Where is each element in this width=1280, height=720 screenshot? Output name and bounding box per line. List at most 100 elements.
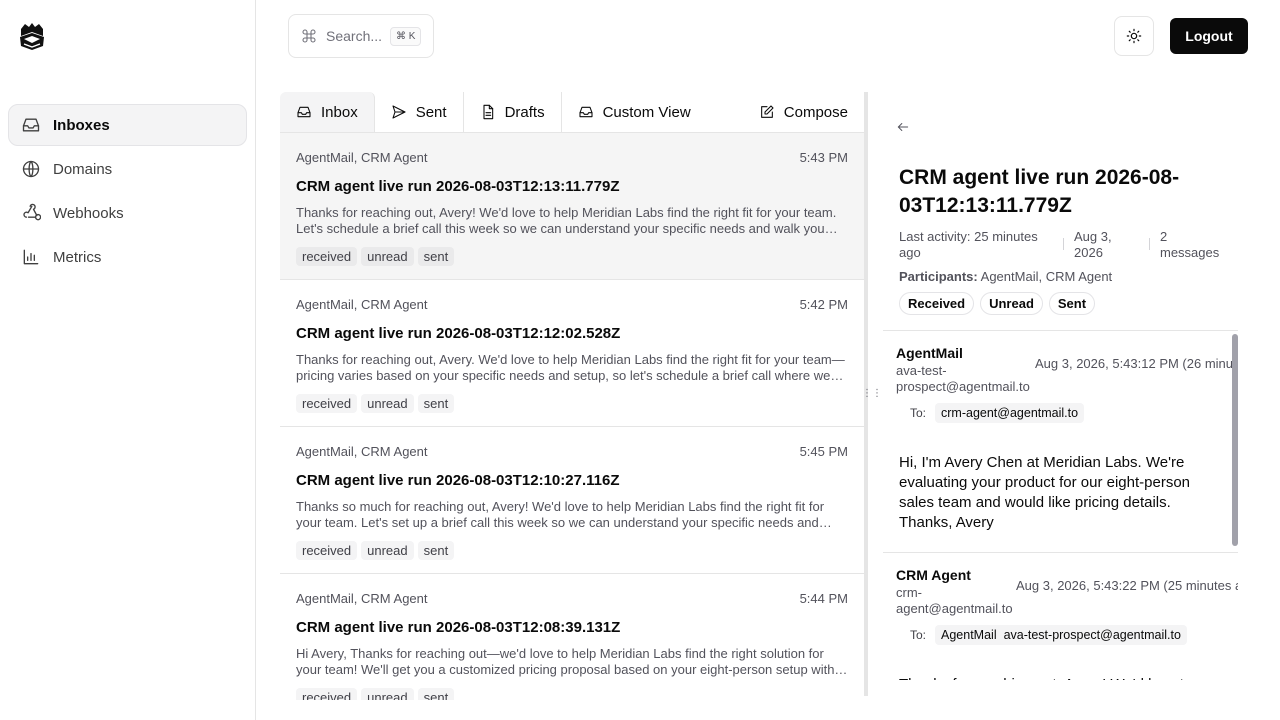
tag-sent: sent [417, 394, 455, 413]
message-date: Aug 3, 2026, 5:43:12 PM (26 minutes ago) [1035, 356, 1238, 371]
tab-sent[interactable]: Sent [375, 92, 464, 132]
bar-chart-icon [21, 247, 41, 267]
sidebar-item-metrics[interactable]: Metrics [8, 236, 247, 278]
mailbox-tabs: Inbox Sent Drafts Custom View Compose [280, 92, 866, 133]
list-item[interactable]: AgentMail, CRM Agent 5:44 PM CRM agent l… [280, 574, 865, 700]
sidebar-item-webhooks[interactable]: Webhooks [8, 192, 247, 234]
message-tags: received unread sent [296, 541, 848, 560]
message-body: Thanks for reaching out, Avery! We'd lov… [896, 645, 1238, 680]
send-icon [392, 105, 406, 119]
message-date: Aug 3, 2026, 5:43:22 PM (25 minutes ago) [1016, 578, 1238, 593]
message-tags: received unread sent [296, 394, 848, 413]
recipient-chip[interactable]: crm-agent@agentmail.to [935, 403, 1085, 423]
message-time: 5:45 PM [799, 444, 848, 459]
message-from: AgentMail, CRM Agent [296, 591, 428, 606]
logo-icon[interactable] [16, 20, 48, 52]
thread-tags: Received Unread Sent [899, 292, 1096, 315]
message-from: AgentMail, CRM Agent [296, 444, 428, 459]
sidebar-item-label: Inboxes [53, 116, 110, 134]
recipients: To: AgentMail ava-test-prospect@agentmai… [910, 625, 1238, 645]
tag-sent: sent [417, 247, 455, 266]
tab-drafts[interactable]: Drafts [464, 92, 562, 132]
list-item[interactable]: AgentMail, CRM Agent 5:43 PM CRM agent l… [280, 133, 865, 280]
webhook-icon [21, 203, 41, 223]
grip-icon[interactable]: ⋮⋮ [862, 387, 882, 401]
tag-unread: unread [361, 541, 414, 560]
message-from: AgentMail, CRM Agent [296, 150, 428, 165]
tab-label: Custom View [602, 103, 691, 121]
compose-label: Compose [783, 103, 848, 121]
last-activity: Last activity: 25 minutes ago [899, 229, 1038, 260]
tag-received: received [296, 541, 358, 560]
to-label: To: [910, 628, 927, 642]
recipient-name: AgentMail [941, 628, 997, 642]
sidebar-item-domains[interactable]: Domains [8, 148, 247, 190]
message-time: 5:43 PM [799, 150, 848, 165]
arrow-left-icon [897, 123, 909, 131]
inbox-icon [21, 115, 41, 135]
message-subject: CRM agent live run 2026-08-03T12:10:27.1… [296, 472, 620, 489]
participants: Participants: AgentMail, CRM Agent [899, 269, 1112, 284]
message-count: 2 messages [1160, 229, 1220, 260]
command-icon [302, 29, 316, 43]
badge-received: Received [899, 292, 975, 315]
meta-divider [1063, 238, 1064, 250]
tab-label: Inbox [321, 103, 358, 121]
tab-inbox[interactable]: Inbox [280, 92, 375, 132]
badge-unread: Unread [980, 292, 1043, 315]
thread-scrollbar[interactable] [1232, 334, 1238, 546]
theme-toggle-button[interactable] [1114, 16, 1154, 56]
participants-value: AgentMail, CRM Agent [980, 269, 1113, 284]
search-input[interactable]: Search... ⌘ K [288, 14, 434, 58]
tab-custom-view[interactable]: Custom View [562, 92, 707, 132]
tag-unread: unread [361, 688, 414, 700]
tag-received: received [296, 247, 358, 266]
sidebar-item-label: Metrics [53, 248, 102, 266]
list-item[interactable]: AgentMail, CRM Agent 5:45 PM CRM agent l… [280, 427, 865, 574]
message-preview: Thanks for reaching out, Avery. We'd lov… [296, 352, 845, 383]
tag-sent: sent [417, 688, 455, 700]
back-button[interactable] [896, 120, 912, 136]
list-item[interactable]: AgentMail, CRM Agent 5:42 PM CRM agent l… [280, 280, 865, 427]
message-subject: CRM agent live run 2026-08-03T12:12:02.5… [296, 325, 621, 342]
sidebar-item-inboxes[interactable]: Inboxes [8, 104, 247, 146]
search-placeholder: Search... [326, 28, 383, 44]
globe-icon [21, 159, 41, 179]
inbox-icon [297, 106, 311, 118]
sun-icon [1126, 28, 1142, 44]
badge-sent: Sent [1048, 292, 1096, 315]
message-preview: Hi Avery, Thanks for reaching out—we'd l… [296, 646, 845, 677]
message-body: Hi, I'm Avery Chen at Meridian Labs. We'… [899, 454, 1191, 531]
thread-title: CRM agent live run 2026-08-03T12:13:11.7… [899, 166, 1180, 217]
meta-divider [1149, 238, 1150, 250]
participants-label: Participants: [899, 269, 978, 284]
tag-received: received [296, 688, 358, 700]
message-subject: CRM agent live run 2026-08-03T12:08:39.1… [296, 619, 621, 636]
message-time: 5:44 PM [799, 591, 848, 606]
recipients: To: crm-agent@agentmail.to [910, 403, 1238, 423]
tag-unread: unread [361, 394, 414, 413]
message-list: AgentMail, CRM Agent 5:43 PM CRM agent l… [280, 133, 865, 700]
sender-address: ava-test-prospect@agentmail.to [896, 363, 1030, 394]
message-tags: received unread sent [296, 688, 848, 700]
search-shortcut: ⌘ K [390, 26, 422, 46]
recipient-chip[interactable]: AgentMail ava-test-prospect@agentmail.to [935, 625, 1187, 645]
sidebar: Inboxes Domains Webhooks Metrics [0, 0, 256, 720]
thread-message: CRM Agent crm-agent@agentmail.to Aug 3, … [883, 553, 1238, 680]
inbox-icon [579, 106, 593, 118]
to-label: To: [910, 406, 927, 420]
tag-unread: unread [361, 247, 414, 266]
file-icon [483, 104, 493, 120]
message-time: 5:42 PM [799, 297, 848, 312]
message-from: AgentMail, CRM Agent [296, 297, 428, 312]
tag-received: received [296, 394, 358, 413]
compose-button[interactable]: Compose [759, 92, 866, 132]
message-preview: Thanks so much for reaching out, Avery! … [296, 499, 825, 530]
thread-messages: AgentMail ava-test-prospect@agentmail.to… [883, 330, 1238, 680]
thread-message: AgentMail ava-test-prospect@agentmail.to… [883, 331, 1238, 553]
sender-address: crm-agent@agentmail.to [896, 585, 1013, 616]
message-tags: received unread sent [296, 247, 848, 266]
message-preview: Thanks for reaching out, Avery! We'd lov… [296, 205, 837, 236]
logout-button[interactable]: Logout [1170, 18, 1248, 54]
sidebar-item-label: Domains [53, 160, 113, 178]
